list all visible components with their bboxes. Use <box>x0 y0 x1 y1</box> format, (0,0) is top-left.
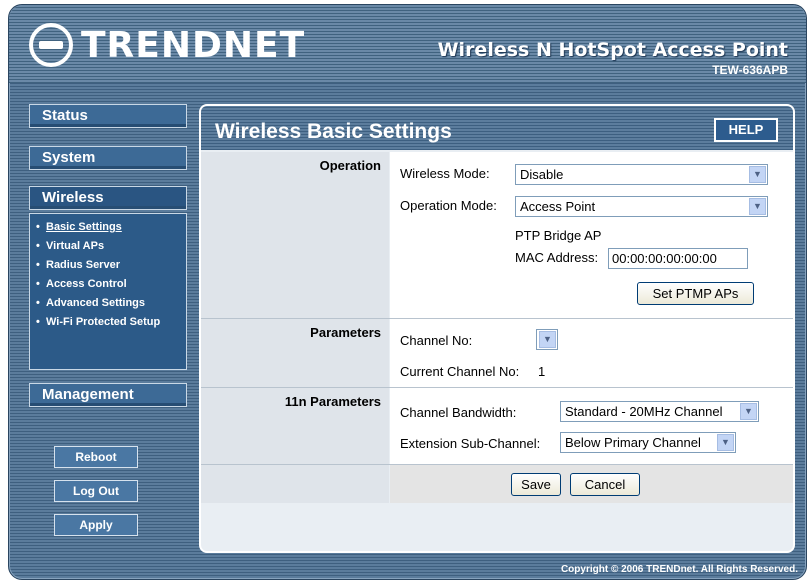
mac-address-label: MAC Address: <box>515 250 599 265</box>
submenu-item-basic-settings[interactable]: • Basic Settings <box>30 218 186 237</box>
bullet-icon: • <box>36 221 40 233</box>
submenu-item-wps[interactable]: • Wi-Fi Protected Setup <box>30 313 186 332</box>
reboot-button[interactable]: Reboot <box>54 446 138 468</box>
mac-address-input[interactable]: 00:00:00:00:00:00 <box>608 248 748 269</box>
app-frame: TRENDNET Wireless N HotSpot Access Point… <box>8 4 807 580</box>
submenu-item-access-control[interactable]: • Access Control <box>30 275 186 294</box>
nav-status[interactable]: Status <box>29 104 187 128</box>
submenu-item-label: Advanced Settings <box>46 297 146 309</box>
cancel-button[interactable]: Cancel <box>570 473 640 496</box>
extension-sub-channel-value: Below Primary Channel <box>565 435 701 450</box>
extension-sub-channel-label: Extension Sub-Channel: <box>400 436 541 451</box>
submenu-item-label: Radius Server <box>46 259 120 271</box>
product-title: Wireless N HotSpot Access Point <box>437 39 788 61</box>
n-parameters-label-cell: 11n Parameters <box>201 388 389 464</box>
section-label-11n-parameters: 11n Parameters <box>284 394 381 409</box>
current-channel-value: 1 <box>538 364 546 379</box>
chevron-down-icon: ▼ <box>539 331 556 348</box>
nav-management[interactable]: Management <box>29 383 187 407</box>
nav-system[interactable]: System <box>29 146 187 170</box>
chevron-down-icon: ▼ <box>740 403 757 420</box>
help-button[interactable]: HELP <box>714 118 778 142</box>
operation-mode-label: Operation Mode: <box>400 198 497 213</box>
brand-logo: TRENDNET <box>29 23 305 67</box>
actions-value-cell: Save Cancel <box>390 465 793 503</box>
bullet-icon: • <box>36 297 40 309</box>
n-parameters-value-cell: Channel Bandwidth: Standard - 20MHz Chan… <box>390 388 793 464</box>
save-button[interactable]: Save <box>511 473 561 496</box>
submenu-item-label: Virtual APs <box>46 240 105 252</box>
extension-sub-channel-select[interactable]: Below Primary Channel ▼ <box>560 432 736 453</box>
actions-label-cell <box>201 465 389 503</box>
submenu-item-label: Wi-Fi Protected Setup <box>46 316 161 328</box>
parameters-value-cell: Channel No: ▼ Current Channel No: 1 <box>390 319 793 387</box>
bullet-icon: • <box>36 259 40 271</box>
channel-bandwidth-value: Standard - 20MHz Channel <box>565 404 723 419</box>
submenu-item-label: Basic Settings <box>46 221 122 233</box>
bullet-icon: • <box>36 278 40 290</box>
apply-button[interactable]: Apply <box>54 514 138 536</box>
operation-mode-value: Access Point <box>520 199 596 214</box>
wireless-mode-value: Disable <box>520 167 564 182</box>
brand-name: TRENDNET <box>81 24 306 66</box>
operation-value-cell: Wireless Mode: Disable ▼ Operation Mode:… <box>390 152 793 318</box>
parameters-label-cell: Parameters <box>201 319 389 387</box>
logout-button[interactable]: Log Out <box>54 480 138 502</box>
section-label-operation: Operation <box>319 158 381 173</box>
nav-wireless[interactable]: Wireless <box>29 186 187 210</box>
parameters-row: Parameters Channel No: ▼ Current Channel… <box>201 319 793 387</box>
section-label-parameters: Parameters <box>310 325 381 340</box>
channel-no-label: Channel No: <box>400 333 473 348</box>
operation-row: Operation Wireless Mode: Disable ▼ Opera… <box>201 152 793 318</box>
submenu-item-radius-server[interactable]: • Radius Server <box>30 256 186 275</box>
channel-no-select[interactable]: ▼ <box>536 329 558 350</box>
page-title: Wireless Basic Settings <box>215 120 452 143</box>
bullet-icon: • <box>36 240 40 252</box>
operation-label-cell: Operation <box>201 152 389 318</box>
current-channel-label: Current Channel No: <box>400 364 520 379</box>
channel-bandwidth-label: Channel Bandwidth: <box>400 405 517 420</box>
wireless-mode-label: Wireless Mode: <box>400 166 490 181</box>
panel-header: Wireless Basic Settings HELP <box>201 106 793 150</box>
header: TRENDNET Wireless N HotSpot Access Point… <box>9 5 806 83</box>
copyright-text: Copyright © 2006 TRENDnet. All Rights Re… <box>560 564 798 575</box>
chevron-down-icon: ▼ <box>717 434 734 451</box>
submenu-item-virtual-aps[interactable]: • Virtual APs <box>30 237 186 256</box>
ptp-bridge-label: PTP Bridge AP <box>515 228 602 243</box>
main-panel: Wireless Basic Settings HELP Operation W… <box>199 104 795 553</box>
n-parameters-row: 11n Parameters Channel Bandwidth: Standa… <box>201 388 793 464</box>
brand-logo-icon <box>29 23 73 67</box>
submenu-item-label: Access Control <box>46 278 127 290</box>
bullet-icon: • <box>36 316 40 328</box>
chevron-down-icon: ▼ <box>749 166 766 183</box>
chevron-down-icon: ▼ <box>749 198 766 215</box>
product-model: TEW-636APB <box>712 63 788 77</box>
submenu-item-advanced-settings[interactable]: • Advanced Settings <box>30 294 186 313</box>
wireless-mode-select[interactable]: Disable ▼ <box>515 164 768 185</box>
channel-bandwidth-select[interactable]: Standard - 20MHz Channel ▼ <box>560 401 759 422</box>
operation-mode-select[interactable]: Access Point ▼ <box>515 196 768 217</box>
actions-row: Save Cancel <box>201 465 793 503</box>
set-ptmp-aps-button[interactable]: Set PTMP APs <box>637 282 754 305</box>
wireless-submenu: • Basic Settings • Virtual APs • Radius … <box>29 213 187 370</box>
